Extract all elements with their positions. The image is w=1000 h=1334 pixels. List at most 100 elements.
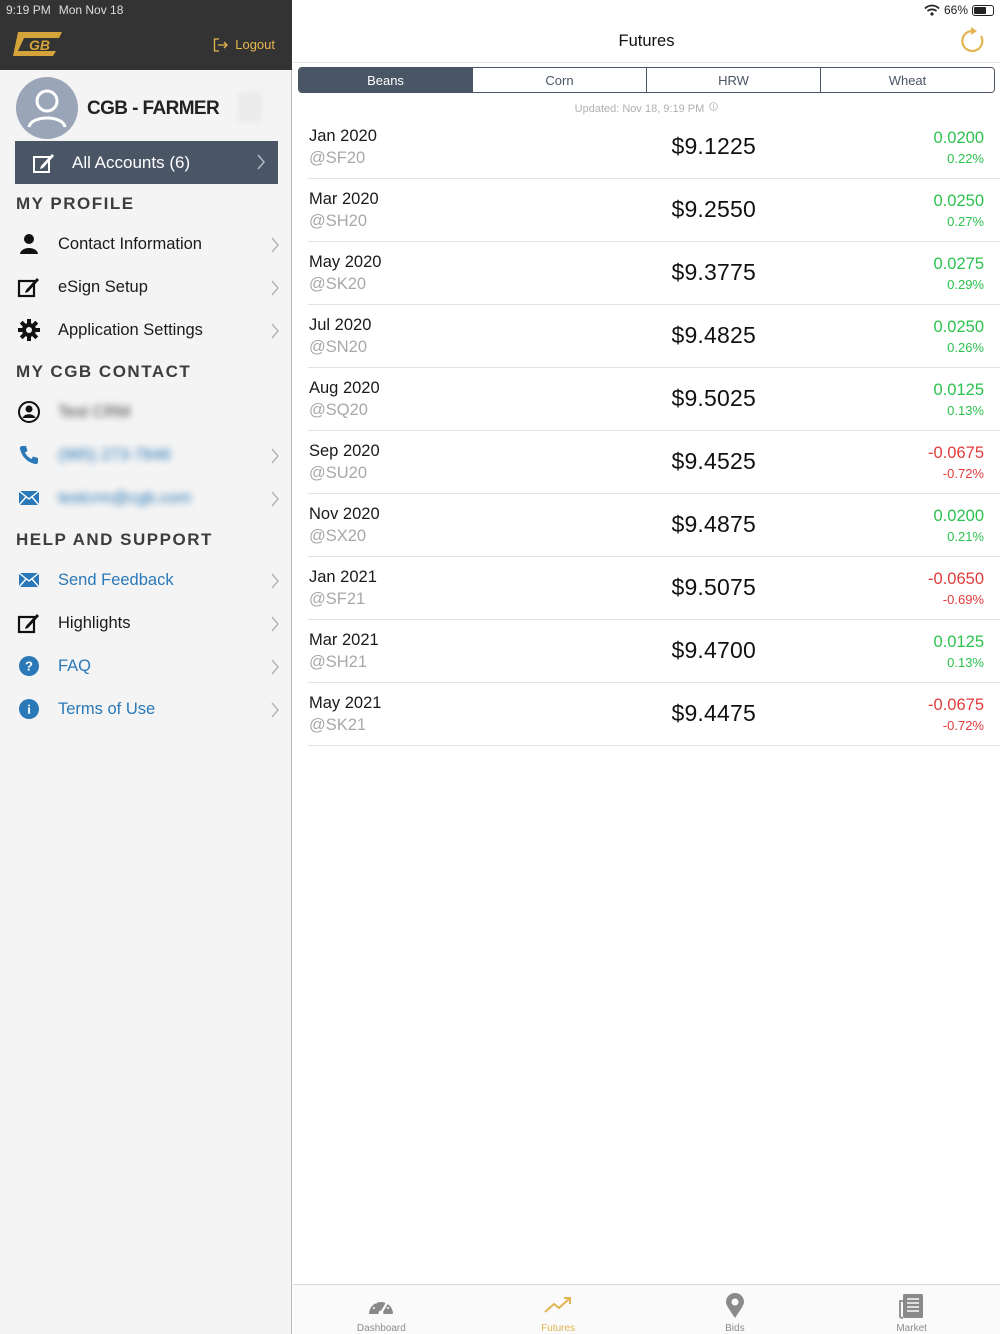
chevron-right-icon bbox=[271, 573, 279, 589]
futures-row[interactable]: May 2021 @SK21 $9.4475 -0.0675 -0.72% bbox=[308, 683, 1000, 746]
menu-item-terms-of-use[interactable]: i Terms of Use bbox=[0, 689, 292, 729]
chevron-right-icon bbox=[271, 280, 279, 296]
tab-beans[interactable]: Beans bbox=[299, 68, 473, 92]
contact-phone: (985) 273-7846 bbox=[58, 445, 171, 464]
futures-panel: 66% Futures Beans Corn HRW Wheat Updated… bbox=[293, 0, 1000, 1334]
price-change: -0.0650 bbox=[928, 570, 984, 588]
futures-row[interactable]: Nov 2020 @SX20 $9.4875 0.0200 0.21% bbox=[308, 494, 1000, 557]
menu-item-application-settings[interactable]: Application Settings bbox=[0, 310, 292, 350]
edit-icon bbox=[33, 153, 54, 173]
price-change: 0.0200 bbox=[933, 507, 984, 525]
status-bar-left: 9:19 PM Mon Nov 18 bbox=[6, 3, 131, 17]
contract-month: May 2020 bbox=[309, 253, 382, 271]
svg-text:GB: GB bbox=[29, 37, 50, 53]
contract-symbol: @SU20 bbox=[309, 464, 368, 482]
menu-item-label: eSign Setup bbox=[58, 277, 148, 296]
contract-symbol: @SN20 bbox=[309, 338, 368, 356]
futures-row[interactable]: Mar 2020 @SH20 $9.2550 0.0250 0.27% bbox=[308, 179, 1000, 242]
contact-phone-row[interactable]: (985) 273-7846 bbox=[0, 435, 292, 475]
futures-row[interactable]: Mar 2021 @SH21 $9.4700 0.0125 0.13% bbox=[308, 620, 1000, 683]
contract-month: Sep 2020 bbox=[309, 442, 380, 460]
contract-symbol: @SQ20 bbox=[309, 401, 368, 419]
chevron-right-icon bbox=[271, 491, 279, 507]
tab-label: Bids bbox=[725, 1323, 745, 1334]
status-time: 9:19 PM bbox=[6, 3, 51, 17]
futures-row[interactable]: Jan 2020 @SF20 $9.1225 0.0200 0.22% bbox=[308, 116, 1000, 179]
price-change-percent: 0.26% bbox=[947, 340, 984, 355]
refresh-icon[interactable] bbox=[959, 27, 987, 55]
menu-item-label: Application Settings bbox=[58, 320, 203, 339]
bottom-tab-bar: Dashboard Futures Bids Market bbox=[293, 1284, 1000, 1334]
gear-icon bbox=[17, 318, 41, 342]
menu-item-label: Highlights bbox=[58, 613, 131, 632]
info-circle-icon[interactable] bbox=[709, 102, 719, 111]
menu-item-label: FAQ bbox=[58, 656, 92, 675]
chevron-right-icon bbox=[271, 616, 279, 632]
chevron-right-icon bbox=[271, 323, 279, 339]
contract-price: $9.1225 bbox=[671, 133, 756, 159]
tab-futures[interactable]: Futures bbox=[470, 1285, 647, 1334]
futures-row[interactable]: Jan 2021 @SF21 $9.5075 -0.0650 -0.69% bbox=[308, 557, 1000, 620]
price-change: 0.0275 bbox=[933, 255, 984, 273]
avatar[interactable] bbox=[16, 77, 78, 139]
section-title-help-and-support: HELP AND SUPPORT bbox=[16, 530, 213, 549]
commodity-segmented-control: Beans Corn HRW Wheat bbox=[298, 67, 995, 93]
contract-price: $9.3775 bbox=[671, 259, 756, 285]
price-change-percent: -0.72% bbox=[942, 466, 984, 481]
price-change-percent: -0.72% bbox=[942, 718, 984, 733]
tab-hrw[interactable]: HRW bbox=[647, 68, 821, 92]
blurred-badge bbox=[238, 92, 262, 122]
tab-bids[interactable]: Bids bbox=[647, 1285, 824, 1334]
map-pin-icon bbox=[721, 1293, 749, 1319]
logout-label: Logout bbox=[235, 37, 275, 52]
cgb-logo: GB bbox=[13, 32, 62, 56]
price-change-percent: 0.29% bbox=[947, 277, 984, 292]
futures-list: Jan 2020 @SF20 $9.1225 0.0200 0.22% Mar 2020 @… bbox=[308, 116, 1000, 746]
futures-row[interactable]: May 2020 @SK20 $9.3775 0.0275 0.29% bbox=[308, 242, 1000, 305]
tab-corn[interactable]: Corn bbox=[473, 68, 647, 92]
futures-row[interactable]: Jul 2020 @SN20 $9.4825 0.0250 0.26% bbox=[308, 305, 1000, 368]
divider bbox=[293, 62, 1000, 63]
menu-item-label: Contact Information bbox=[58, 234, 202, 253]
menu-item-send-feedback[interactable]: Send Feedback bbox=[0, 560, 292, 600]
contract-symbol: @SH21 bbox=[309, 653, 368, 671]
contact-email-row[interactable]: testcrm@cgb.com bbox=[0, 478, 292, 518]
all-accounts-button[interactable]: All Accounts (6) bbox=[15, 141, 278, 184]
price-change-percent: 0.13% bbox=[947, 655, 984, 670]
contract-price: $9.4525 bbox=[671, 448, 756, 474]
contract-price: $9.4475 bbox=[671, 700, 756, 726]
tab-wheat[interactable]: Wheat bbox=[821, 68, 994, 92]
logout-button[interactable]: Logout bbox=[213, 37, 275, 52]
user-circle-icon bbox=[17, 400, 41, 424]
price-change-percent: 0.13% bbox=[947, 403, 984, 418]
menu-item-contact-information[interactable]: Contact Information bbox=[0, 224, 292, 264]
futures-row[interactable]: Sep 2020 @SU20 $9.4525 -0.0675 -0.72% bbox=[308, 431, 1000, 494]
chevron-right-icon bbox=[271, 702, 279, 718]
price-change: -0.0675 bbox=[928, 444, 984, 462]
contract-price: $9.5025 bbox=[671, 385, 756, 411]
contract-symbol: @SF21 bbox=[309, 590, 366, 608]
menu-item-esign-setup[interactable]: eSign Setup bbox=[0, 267, 292, 307]
svg-text:i: i bbox=[27, 702, 31, 717]
price-change: 0.0250 bbox=[933, 318, 984, 336]
chevron-right-icon bbox=[271, 659, 279, 675]
contract-month: Jul 2020 bbox=[309, 316, 372, 334]
futures-row[interactable]: Aug 2020 @SQ20 $9.5025 0.0125 0.13% bbox=[308, 368, 1000, 431]
menu-item-highlights[interactable]: Highlights bbox=[0, 603, 292, 643]
contract-month: Mar 2020 bbox=[309, 190, 379, 208]
tab-market[interactable]: Market bbox=[823, 1285, 1000, 1334]
mail-icon bbox=[17, 486, 41, 510]
page-title: Futures bbox=[618, 32, 675, 50]
contract-symbol: @SF20 bbox=[309, 149, 366, 167]
contract-month: Aug 2020 bbox=[309, 379, 380, 397]
menu-item-faq[interactable]: ? FAQ bbox=[0, 646, 292, 686]
chevron-right-icon bbox=[271, 237, 279, 253]
newspaper-icon bbox=[898, 1293, 926, 1319]
price-change-percent: -0.69% bbox=[942, 592, 984, 607]
contract-symbol: @SH20 bbox=[309, 212, 368, 230]
price-change: 0.0200 bbox=[933, 129, 984, 147]
contract-price: $9.2550 bbox=[671, 196, 756, 222]
tab-dashboard[interactable]: Dashboard bbox=[293, 1285, 470, 1334]
mail-icon bbox=[17, 568, 41, 592]
section-title-my-cgb-contact: MY CGB CONTACT bbox=[16, 362, 192, 381]
